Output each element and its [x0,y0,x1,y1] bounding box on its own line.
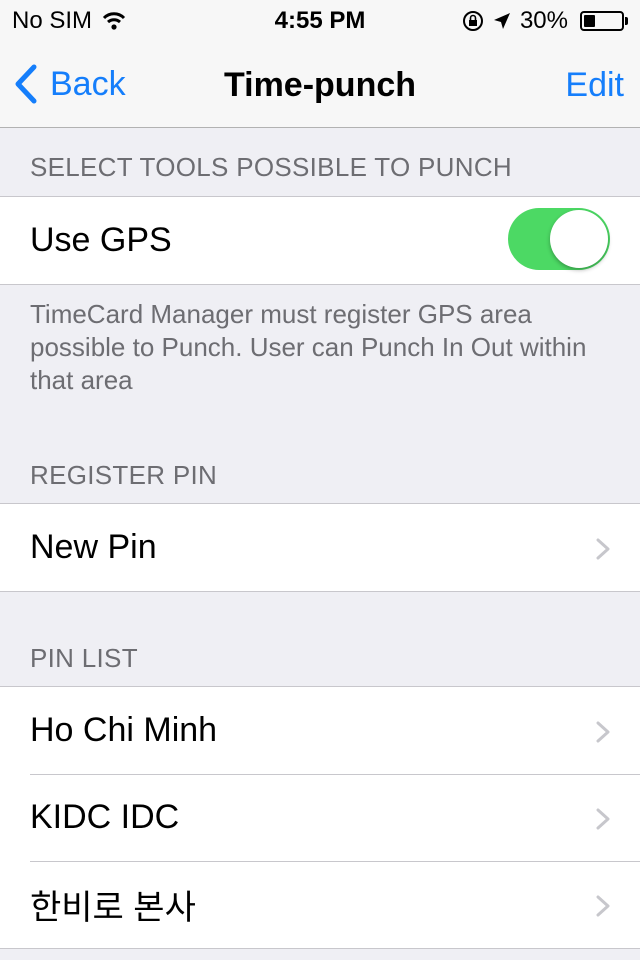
new-pin-row[interactable]: New Pin [0,504,640,591]
edit-button[interactable]: Edit [565,66,624,105]
pin-list-item-label: Ho Chi Minh [30,711,218,749]
status-right: 30% [454,7,628,35]
chevron-right-icon [596,895,610,917]
use-gps-toggle[interactable] [508,208,610,270]
pin-list-group: Ho Chi Minh KIDC IDC 한비로 본사 [0,686,640,949]
gps-footer-text: TimeCard Manager must register GPS area … [30,299,587,395]
register-pin-group: New Pin [0,503,640,592]
section-header-register-pin: REGISTER PIN [30,460,218,490]
use-gps-label: Use GPS [30,221,172,259]
battery-tip [625,17,628,25]
pin-list-item-label: KIDC IDC [30,798,180,836]
section-header-pin-list: PIN LIST [30,643,138,673]
pin-list-item[interactable]: KIDC IDC [0,774,640,861]
navigation-bar: Back Time-punch Edit [0,40,640,128]
pin-list-item[interactable]: Ho Chi Minh [0,687,640,774]
select-tools-group: Use GPS [0,196,640,285]
toggle-knob [550,210,608,268]
battery-fill [584,15,595,27]
pin-list-item[interactable]: 한비로 본사 [0,861,640,948]
chevron-right-icon [596,721,610,743]
chevron-right-icon [596,538,610,560]
battery-icon [580,11,624,31]
battery-percent: 30% [519,7,568,34]
page-title: Time-punch [223,66,417,104]
location-arrow-icon [492,11,512,31]
battery-indicator [574,11,628,31]
status-bar: No SIM 4:55 PM 30% [0,0,640,40]
new-pin-label: New Pin [30,528,157,566]
section-header-select-tools: SELECT TOOLS POSSIBLE TO PUNCH [30,152,512,182]
orientation-lock-icon [462,10,484,32]
use-gps-row: Use GPS [0,197,640,284]
chevron-right-icon [596,808,610,830]
pin-list-item-label: 한비로 본사 [30,889,196,927]
